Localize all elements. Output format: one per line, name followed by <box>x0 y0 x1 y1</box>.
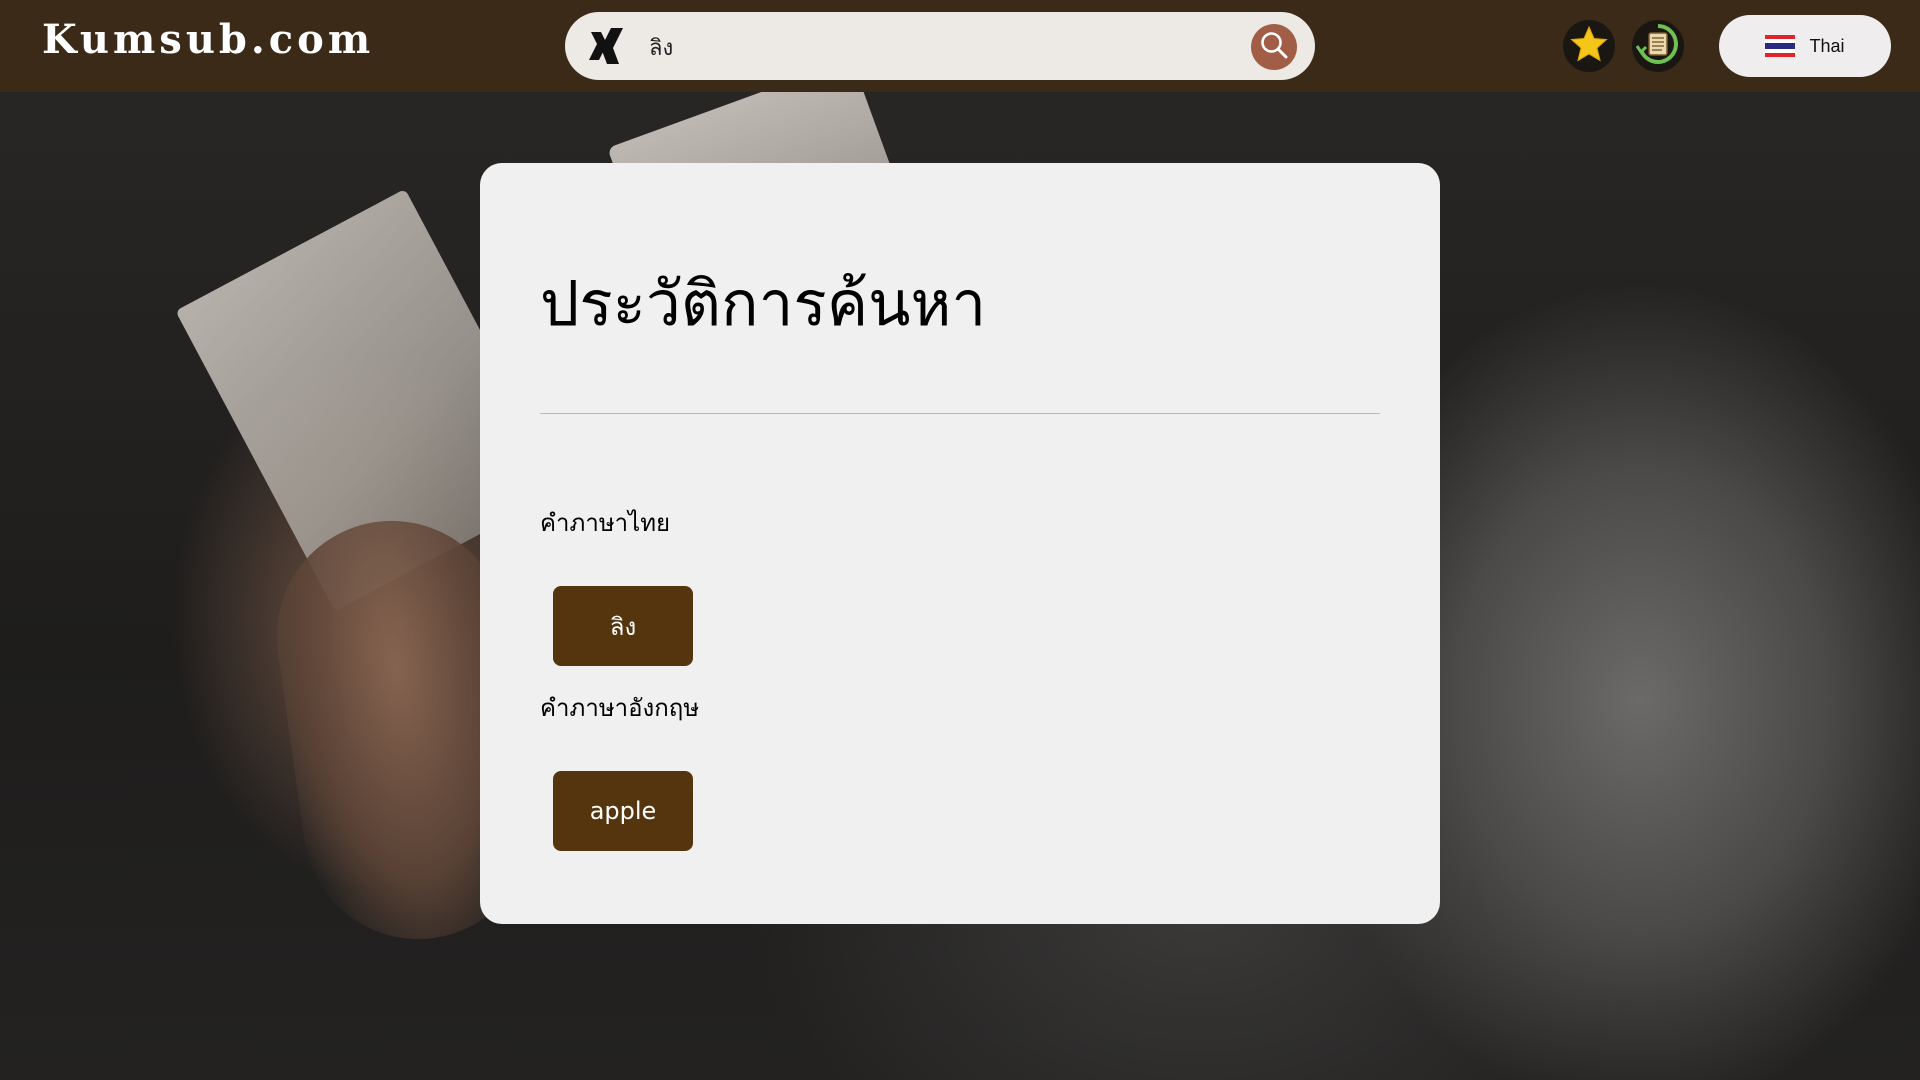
search-input[interactable] <box>647 26 1211 68</box>
language-button[interactable]: Thai <box>1719 15 1891 77</box>
divider <box>540 413 1380 414</box>
language-label: Thai <box>1809 35 1845 56</box>
thailand-flag-icon <box>1765 35 1796 57</box>
search-bar <box>565 12 1315 80</box>
search-button[interactable] <box>1251 24 1297 70</box>
search-history-card: ประวัติการค้นหา คำภาษาไทย ลิง คำภาษาอังก… <box>480 163 1440 924</box>
english-words-label: คำภาษาอังกฤษ <box>540 694 700 722</box>
star-icon <box>1569 24 1609 68</box>
page-title: ประวัติการค้นหา <box>540 267 987 340</box>
favorites-button[interactable] <box>1563 20 1615 72</box>
history-scroll-icon <box>1635 22 1680 70</box>
history-word-english[interactable]: apple <box>553 771 693 851</box>
history-word-thai[interactable]: ลิง <box>553 586 693 666</box>
top-header: Kumsub.com ลิง Thai <box>0 0 1920 92</box>
history-button[interactable] <box>1632 20 1684 72</box>
thai-words-label: คำภาษาไทย <box>540 509 671 537</box>
search-icon <box>1259 30 1289 64</box>
xing-x-icon[interactable] <box>587 26 627 66</box>
site-logo[interactable]: Kumsub.com <box>42 16 374 63</box>
